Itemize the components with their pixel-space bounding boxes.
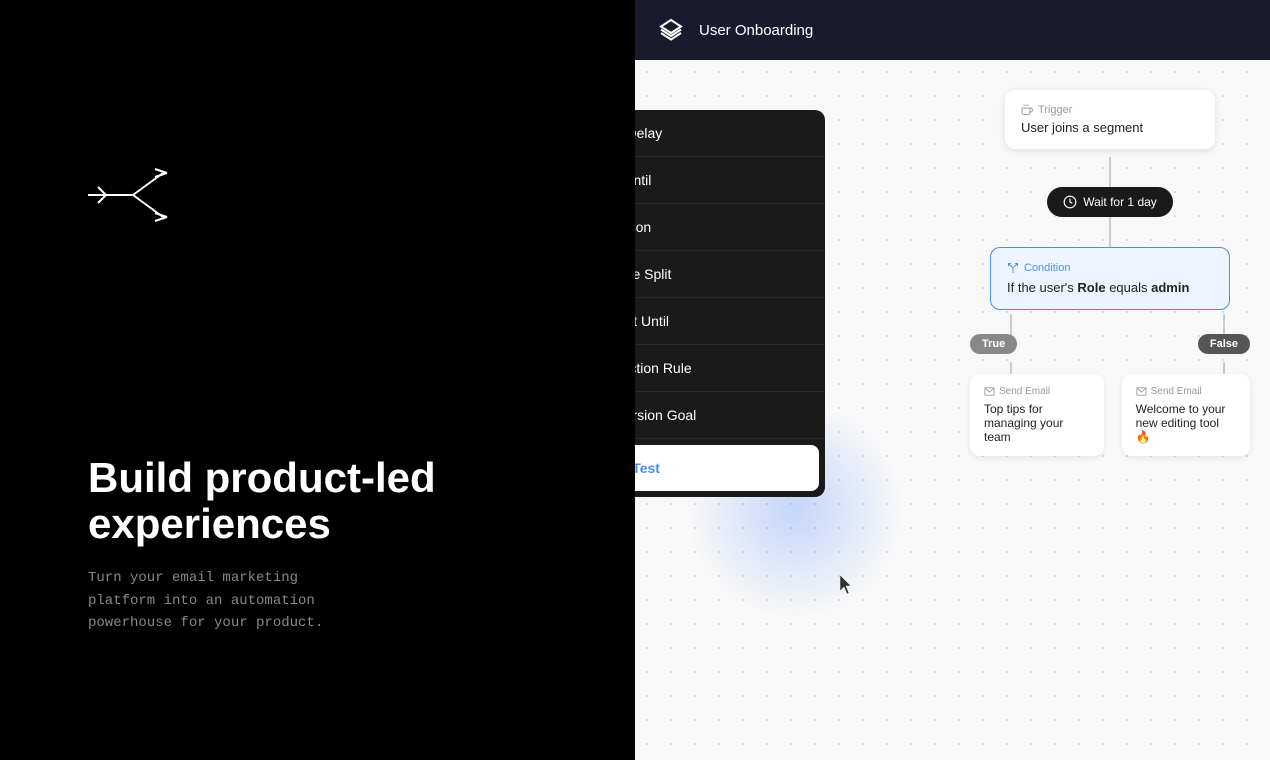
menu-item-production-rule-label: Production Rule: [635, 360, 692, 376]
description-text: Turn your email marketingplatform into a…: [88, 567, 378, 634]
mouse-cursor: [840, 575, 852, 593]
menu-item-time-delay[interactable]: Time Delay: [635, 110, 825, 157]
trigger-label: Trigger: [1021, 104, 1199, 116]
menu-item-conversion-goal[interactable]: Conversion Goal: [635, 392, 825, 439]
false-branch: False: [1116, 334, 1250, 362]
condition-text: If the user's Role equals admin: [1007, 280, 1213, 295]
menu-item-repeat-until[interactable]: Repeat Until: [635, 298, 825, 345]
workflow-canvas[interactable]: Time Delay Wait Until: [635, 60, 1270, 760]
menu-item-wait-until-label: Wait Until: [635, 172, 651, 188]
left-panel: Build product-led experiences Turn your …: [0, 0, 635, 760]
menu-item-multiple-split-label: Multiple Split: [635, 266, 671, 282]
true-branch: True: [970, 334, 1104, 362]
menu-item-repeat-until-label: Repeat Until: [635, 313, 669, 329]
headline-line1: Build product-led: [88, 454, 436, 501]
headline-line2: experiences: [88, 500, 331, 547]
menu-item-split-test-label: Split Test: [635, 460, 660, 476]
menu-item-production-rule[interactable]: Production Rule: [635, 345, 825, 392]
condition-node: Condition If the user's Role equals admi…: [990, 247, 1230, 310]
email-node-1-col: Send Email Top tips for managing your te…: [970, 374, 1104, 456]
connector-1: [1109, 157, 1111, 187]
menu-item-multiple-split[interactable]: Multiple Split: [635, 251, 825, 298]
connector-2: [1109, 217, 1111, 247]
true-badge: True: [970, 334, 1017, 354]
menu-item-split-test[interactable]: Split Test: [635, 445, 819, 491]
left-text-block: Build product-led experiences Turn your …: [88, 455, 436, 635]
wait-badge: Wait for 1 day: [1047, 187, 1173, 217]
condition-label: Condition: [1007, 262, 1213, 274]
menu-item-condition[interactable]: Condition: [635, 204, 825, 251]
email-node-2: Send Email Welcome to your new editing t…: [1122, 374, 1250, 456]
menu-item-condition-label: Condition: [635, 219, 651, 235]
email-node-1-label: Send Email: [984, 386, 1090, 397]
brand-icon: [88, 155, 188, 235]
menu-item-time-delay-label: Time Delay: [635, 125, 662, 141]
condition-value: admin: [1151, 280, 1189, 295]
trigger-content: User joins a segment: [1021, 120, 1199, 135]
layers-icon: [655, 14, 687, 46]
false-badge: False: [1198, 334, 1250, 354]
email-node-2-label: Send Email: [1136, 386, 1236, 397]
email-node-1-title: Top tips for managing your team: [984, 402, 1090, 444]
condition-field: Role: [1077, 280, 1105, 295]
header-title: User Onboarding: [699, 22, 813, 39]
flow-diagram: Trigger User joins a segment Wait for 1 …: [960, 90, 1260, 456]
right-panel: User Onboarding Time Delay: [635, 0, 1270, 760]
email-node-2-title: Welcome to your new editing tool 🔥: [1136, 402, 1236, 444]
menu-item-conversion-goal-label: Conversion Goal: [635, 407, 696, 423]
trigger-node: Trigger User joins a segment: [1005, 90, 1215, 149]
email-node-1: Send Email Top tips for managing your te…: [970, 374, 1104, 456]
email-node-2-col: Send Email Welcome to your new editing t…: [1116, 374, 1250, 456]
app-header: User Onboarding: [635, 0, 1270, 60]
action-dropdown-menu: Time Delay Wait Until: [635, 110, 825, 497]
menu-item-wait-until[interactable]: Wait Until: [635, 157, 825, 204]
